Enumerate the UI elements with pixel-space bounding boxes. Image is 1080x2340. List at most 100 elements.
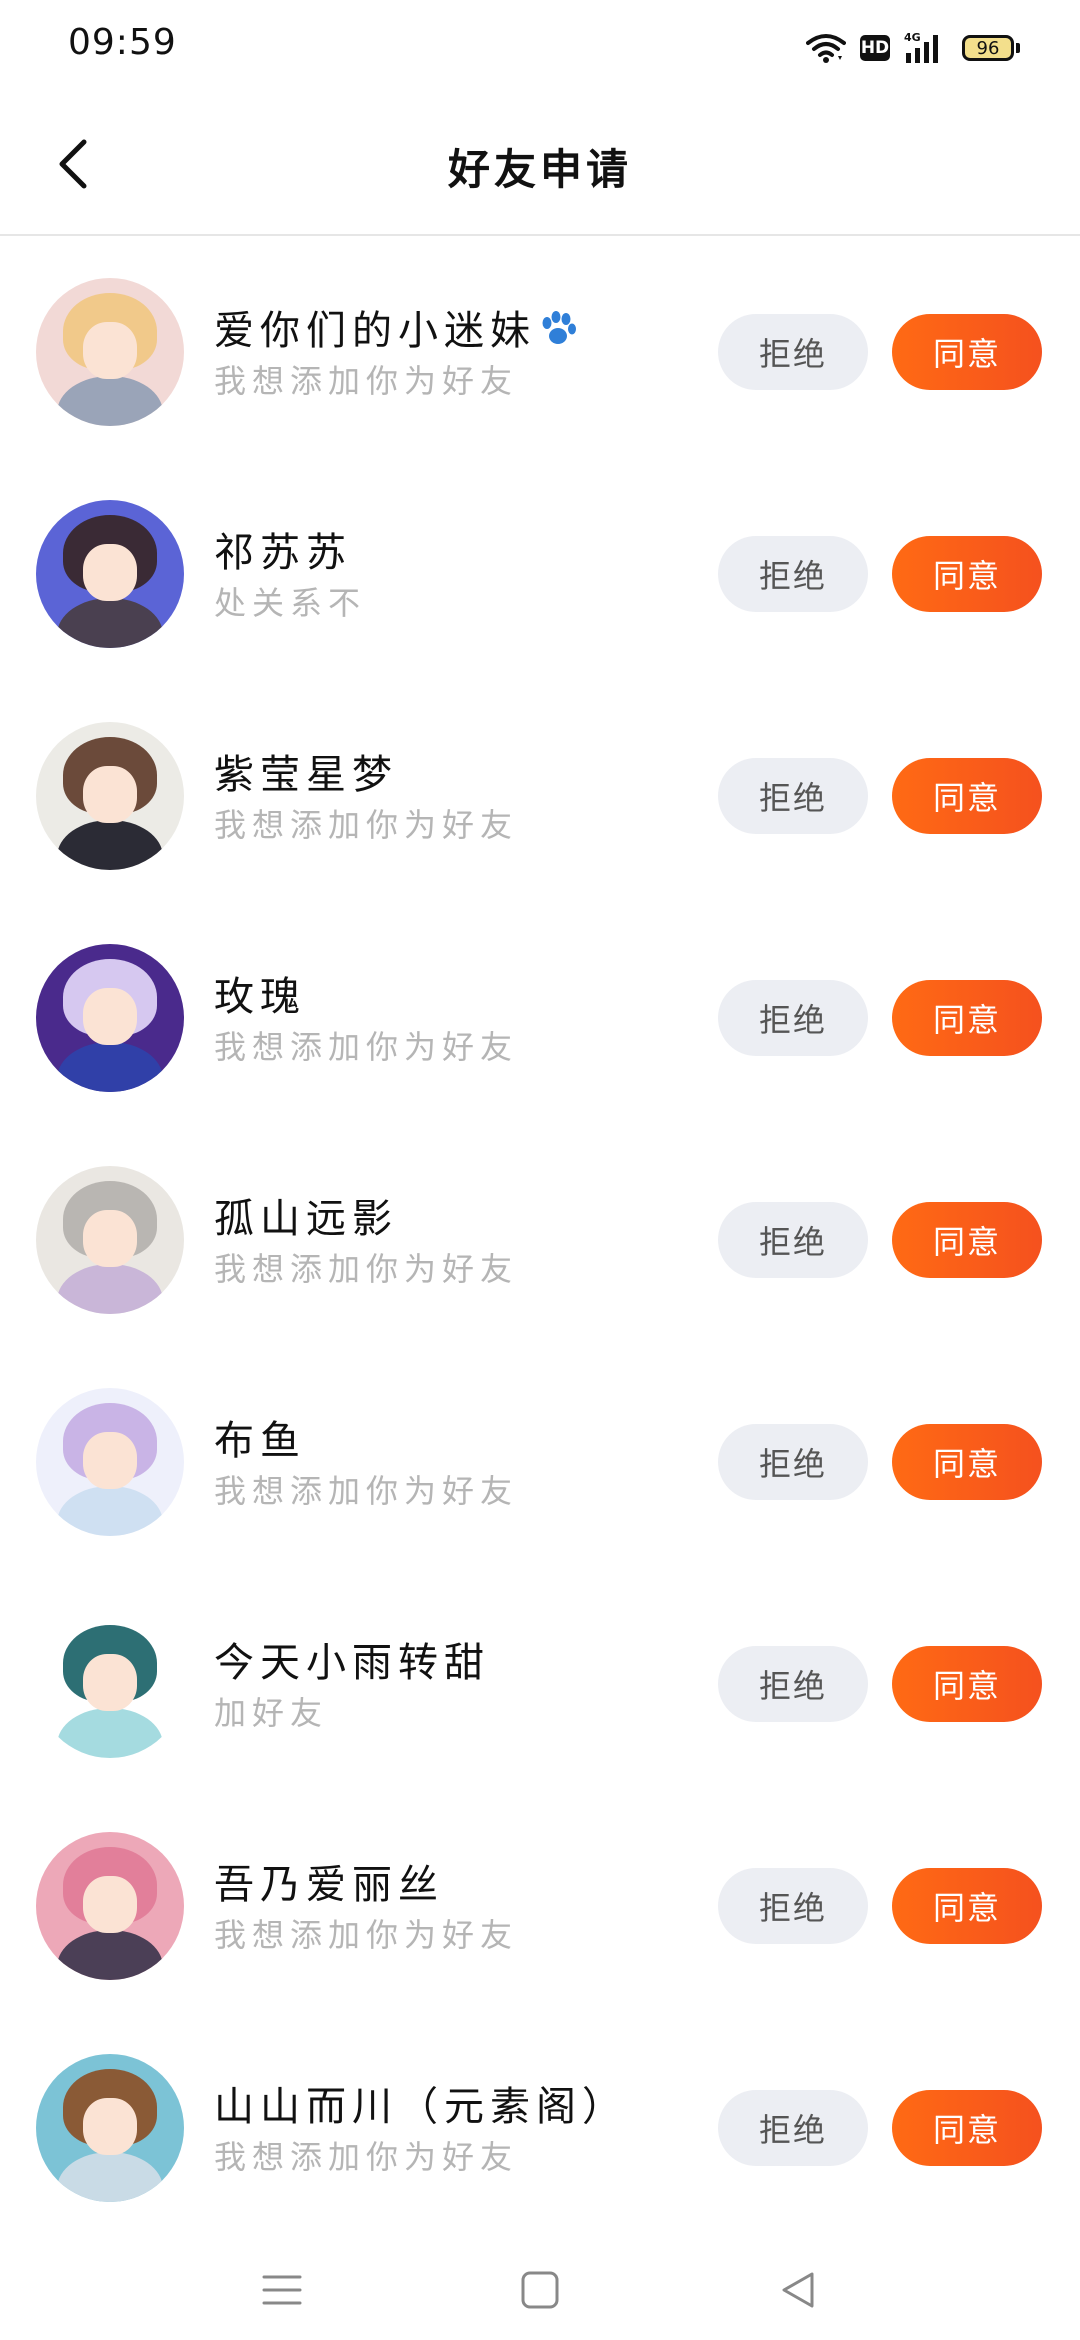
wifi-icon [806, 32, 846, 64]
request-message: 我想添加你为好友 [214, 1250, 519, 1288]
avatar-part [56, 1707, 164, 1758]
request-message: 我想添加你为好友 [214, 1472, 519, 1510]
request-row: 祁苏苏处关系不 拒绝 同意 [0, 460, 1080, 682]
request-message: 我想添加你为好友 [214, 1916, 519, 1954]
avatar[interactable] [36, 2054, 184, 2202]
battery-level: 96 [962, 35, 1014, 61]
avatar[interactable] [36, 500, 184, 648]
requester-name-text: 吾乃爱丽丝 [214, 1862, 444, 1908]
avatar[interactable] [36, 722, 184, 870]
requester-name-text: 布鱼 [214, 1418, 306, 1464]
avatar-part [56, 1485, 164, 1536]
requester-name-text: 祁苏苏 [214, 530, 352, 576]
avatar-part [83, 988, 137, 1045]
requester-name: 祁苏苏 [214, 520, 352, 578]
avatar-part [83, 544, 137, 601]
reject-button[interactable]: 拒绝 [718, 980, 868, 1056]
reject-button[interactable]: 拒绝 [718, 536, 868, 612]
triangle-back-icon [782, 2272, 814, 2308]
avatar-part [56, 1041, 164, 1092]
avatar-part [83, 2098, 137, 2155]
requester-name-text: 玫瑰 [214, 974, 306, 1020]
status-bar: 09:59 HD 4G 96 [0, 0, 1080, 96]
friend-request-list: 爱你们的小迷妹 我想添加你为好友 拒绝 同意 祁苏苏 处关系不 拒绝 同意 紫莹星梦 我想添加你为… [0, 238, 1080, 2236]
request-row: 布鱼我想添加你为好友 拒绝 同意 [0, 1348, 1080, 1570]
avatar-part [56, 1929, 164, 1980]
reject-button[interactable]: 拒绝 [718, 1868, 868, 1944]
avatar[interactable] [36, 1610, 184, 1758]
signal-icon: 4G [904, 31, 948, 65]
reject-button[interactable]: 拒绝 [718, 1646, 868, 1722]
reject-button[interactable]: 拒绝 [718, 314, 868, 390]
avatar-part [83, 1876, 137, 1933]
request-message: 我想添加你为好友 [214, 806, 519, 844]
accept-button[interactable]: 同意 [892, 2090, 1042, 2166]
request-message: 我想添加你为好友 [214, 2138, 519, 2176]
avatar-part [83, 766, 137, 823]
request-message: 我想添加你为好友 [214, 362, 519, 400]
avatar-part [83, 1210, 137, 1267]
requester-name: 孤山远影 [214, 1186, 398, 1244]
avatar-part [56, 1263, 164, 1314]
requester-name-text: 爱你们的小迷妹 [214, 308, 536, 354]
accept-button[interactable]: 同意 [892, 1868, 1042, 1944]
requester-name-text: 孤山远影 [214, 1196, 398, 1242]
request-message: 处关系不 [214, 584, 367, 622]
avatar[interactable] [36, 1166, 184, 1314]
paw-icon [538, 309, 578, 359]
requester-name: 吾乃爱丽丝 [214, 1852, 444, 1910]
reject-button[interactable]: 拒绝 [718, 1202, 868, 1278]
accept-button[interactable]: 同意 [892, 758, 1042, 834]
nav-menu-button[interactable] [252, 2260, 312, 2320]
accept-button[interactable]: 同意 [892, 1646, 1042, 1722]
menu-icon [262, 2275, 302, 2305]
status-time: 09:59 [68, 22, 177, 63]
request-row: 山山而川（元素阁） 我想添加你为好友 拒绝 同意 [0, 2014, 1080, 2236]
accept-button[interactable]: 同意 [892, 314, 1042, 390]
requester-name-text: 今天小雨转甜 [214, 1640, 490, 1686]
reject-button[interactable]: 拒绝 [718, 758, 868, 834]
request-message: 我想添加你为好友 [214, 1028, 519, 1066]
request-row: 爱你们的小迷妹我想添加你为好友 拒绝 同意 [0, 238, 1080, 460]
requester-name-text: 山山而川（元素阁） [214, 2084, 628, 2130]
accept-button[interactable]: 同意 [892, 1202, 1042, 1278]
requester-name: 今天小雨转甜 [214, 1630, 490, 1688]
requester-name: 玫瑰 [214, 964, 306, 1022]
avatar-part [56, 819, 164, 870]
square-icon [521, 2271, 559, 2309]
request-row: 玫瑰我想添加你为好友 拒绝 同意 [0, 904, 1080, 1126]
reject-button[interactable]: 拒绝 [718, 2090, 868, 2166]
avatar[interactable] [36, 1832, 184, 1980]
avatar-part [83, 1432, 137, 1489]
avatar-part [83, 322, 137, 379]
avatar[interactable] [36, 278, 184, 426]
hd-badge: HD [860, 35, 890, 61]
requester-name: 爱你们的小迷妹 [214, 298, 578, 359]
avatar-part [56, 375, 164, 426]
accept-button[interactable]: 同意 [892, 980, 1042, 1056]
requester-name: 布鱼 [214, 1408, 306, 1466]
request-row: 孤山远影我想添加你为好友 拒绝 同意 [0, 1126, 1080, 1348]
avatar-part [83, 1654, 137, 1711]
nav-home-button[interactable] [510, 2260, 570, 2320]
page-title: 好友申请 [447, 145, 632, 194]
request-row: 今天小雨转甜加好友 拒绝 同意 [0, 1570, 1080, 1792]
requester-name: 山山而川（元素阁） [214, 2074, 628, 2132]
status-icons: HD 4G 96 [806, 28, 1020, 68]
accept-button[interactable]: 同意 [892, 536, 1042, 612]
reject-button[interactable]: 拒绝 [718, 1424, 868, 1500]
avatar-part [56, 597, 164, 648]
avatar-part [56, 2151, 164, 2202]
system-nav-bar [0, 2240, 1080, 2340]
request-row: 吾乃爱丽丝我想添加你为好友 拒绝 同意 [0, 1792, 1080, 2014]
battery-cap [1016, 43, 1020, 53]
avatar[interactable] [36, 944, 184, 1092]
requester-name: 紫莹星梦 [214, 742, 398, 800]
request-row: 紫莹星梦我想添加你为好友 拒绝 同意 [0, 682, 1080, 904]
network-type-label: 4G [904, 31, 921, 44]
requester-name-text: 紫莹星梦 [214, 752, 398, 798]
accept-button[interactable]: 同意 [892, 1424, 1042, 1500]
avatar[interactable] [36, 1388, 184, 1536]
request-message: 加好友 [214, 1694, 329, 1732]
nav-back-button[interactable] [768, 2260, 828, 2320]
